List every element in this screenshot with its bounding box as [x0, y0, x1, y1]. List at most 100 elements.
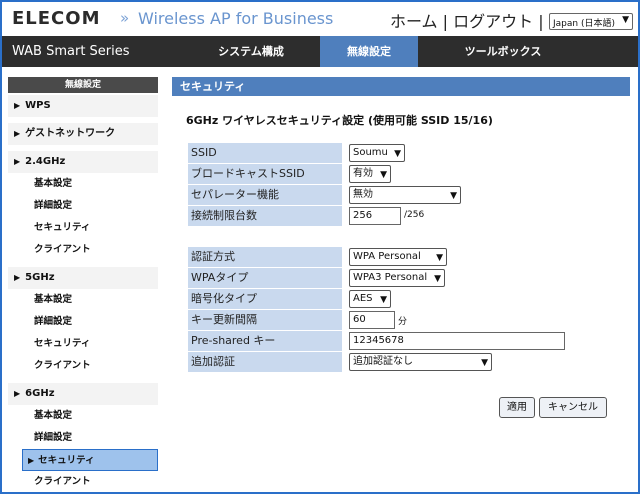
top-links: ホーム | ログアウト |	[390, 8, 544, 32]
encryption-label: 暗号化タイプ	[188, 289, 342, 309]
key-interval-input[interactable]: 60	[349, 311, 395, 329]
triangle-right-icon: ▶	[14, 101, 21, 110]
ssid-label: SSID	[188, 143, 342, 163]
triangle-right-icon: ▶	[14, 129, 21, 138]
wpa-type-value: WPA3 Personal	[353, 272, 428, 283]
broadcast-label: ブロードキャストSSID	[188, 164, 342, 184]
max-clients-row: 接続制限台数 256 /256	[188, 206, 608, 226]
chevron-down-icon: ▼	[380, 295, 387, 305]
sidebar-item-wps[interactable]: ▶ WPS	[8, 95, 158, 117]
triangle-right-icon: ▶	[28, 456, 35, 465]
separator-label: セパレーター機能	[188, 185, 342, 205]
extra-auth-select[interactable]: 追加認証なし ▼	[349, 353, 492, 371]
series-title: WAB Smart Series	[12, 44, 130, 59]
wpa-type-select[interactable]: WPA3 Personal ▼	[349, 269, 445, 287]
separator-select[interactable]: 無効 ▼	[349, 186, 461, 204]
divider: |	[442, 12, 449, 31]
extra-auth-row: 追加認証 追加認証なし ▼	[188, 352, 608, 372]
key-interval-suffix: 分	[398, 317, 408, 327]
logo: ELECOM	[12, 8, 101, 29]
auth-row: 認証方式 WPA Personal ▼	[188, 247, 608, 267]
broadcast-select[interactable]: 有効 ▼	[349, 165, 391, 183]
max-clients-label: 接続制限台数	[188, 206, 342, 226]
psk-label: Pre-shared キー	[188, 331, 342, 351]
extra-auth-label: 追加認証	[188, 352, 342, 372]
key-interval-row: キー更新間隔 60 分	[188, 310, 608, 330]
extra-auth-value: 追加認証なし	[353, 356, 413, 367]
ssid-select[interactable]: Soumu ▼	[349, 144, 405, 162]
max-clients-input[interactable]: 256	[349, 207, 401, 225]
tab-toolbox[interactable]: ツールボックス	[418, 36, 588, 67]
divider: |	[538, 12, 544, 31]
psk-row: Pre-shared キー 12345678	[188, 331, 608, 351]
main-panel: セキュリティ 6GHz ワイヤレスセキュリティ設定 (使用可能 SSID 15/…	[172, 77, 630, 492]
sidebar-item-24-security[interactable]: セキュリティ	[8, 217, 158, 239]
sidebar-item-label: ゲストネットワーク	[25, 128, 116, 139]
ssid-row: SSID Soumu ▼	[188, 143, 608, 163]
sidebar-item-5-advanced[interactable]: 詳細設定	[8, 311, 158, 333]
triangle-right-icon: ▶	[14, 273, 21, 282]
chevron-icon: »	[120, 9, 130, 27]
sidebar-item-24-advanced[interactable]: 詳細設定	[8, 195, 158, 217]
sidebar-item-24ghz[interactable]: ▶ 2.4GHz	[8, 151, 158, 173]
sidebar-item-5-client[interactable]: クライアント	[8, 355, 158, 377]
encryption-value: AES	[353, 293, 373, 304]
logout-link[interactable]: ログアウト	[453, 8, 533, 32]
language-value: Japan (日本語)	[553, 19, 615, 29]
ssid-value: Soumu	[353, 147, 388, 158]
apply-button[interactable]: 適用	[499, 397, 535, 418]
broadcast-row: ブロードキャストSSID 有効 ▼	[188, 164, 608, 184]
sidebar-item-guest[interactable]: ▶ ゲストネットワーク	[8, 123, 158, 145]
chevron-down-icon: ▼	[450, 191, 457, 201]
sidebar-item-5ghz[interactable]: ▶ 5GHz	[8, 267, 158, 289]
key-interval-label: キー更新間隔	[188, 310, 342, 330]
sidebar: 無線設定 ▶ WPS ▶ ゲストネットワーク ▶ 2.4GHz 基本設定 詳細設定 セ…	[8, 77, 158, 492]
chevron-down-icon: ▼	[434, 274, 441, 284]
sidebar-item-label: 5GHz	[25, 272, 55, 283]
chevron-down-icon: ▼	[380, 170, 387, 180]
sidebar-item-6-security[interactable]: ▶ セキュリティ	[22, 449, 158, 471]
chevron-down-icon: ▼	[622, 15, 629, 25]
chevron-down-icon: ▼	[481, 358, 488, 368]
tab-system[interactable]: システム構成	[182, 36, 320, 67]
sidebar-item-label: セキュリティ	[38, 455, 95, 466]
broadcast-value: 有効	[353, 168, 373, 179]
cancel-button[interactable]: キャンセル	[539, 397, 607, 418]
sidebar-item-label: WPS	[25, 100, 51, 111]
sidebar-item-6ghz[interactable]: ▶ 6GHz	[8, 383, 158, 405]
encryption-row: 暗号化タイプ AES ▼	[188, 289, 608, 309]
sidebar-item-24-client[interactable]: クライアント	[8, 239, 158, 261]
language-select[interactable]: Japan (日本語) ▼	[549, 13, 633, 30]
sidebar-item-24-basic[interactable]: 基本設定	[8, 173, 158, 195]
auth-value: WPA Personal	[353, 251, 421, 262]
sidebar-item-6-basic[interactable]: 基本設定	[8, 405, 158, 427]
sidebar-item-5-basic[interactable]: 基本設定	[8, 289, 158, 311]
home-link[interactable]: ホーム	[390, 8, 438, 32]
triangle-right-icon: ▶	[14, 389, 21, 398]
top-bar: ELECOM » Wireless AP for Business ホーム | …	[2, 2, 638, 36]
tab-wireless[interactable]: 無線設定	[320, 36, 418, 67]
separator-value: 無効	[353, 189, 373, 200]
separator-row: セパレーター機能 無効 ▼	[188, 185, 608, 205]
max-clients-suffix: /256	[404, 210, 425, 220]
auth-label: 認証方式	[188, 247, 342, 267]
sidebar-item-6-client[interactable]: クライアント	[8, 471, 158, 492]
section-title: 6GHz ワイヤレスセキュリティ設定 (使用可能 SSID 15/16)	[186, 114, 493, 127]
wpa-type-row: WPAタイプ WPA3 Personal ▼	[188, 268, 608, 288]
sidebar-item-label: 2.4GHz	[25, 156, 66, 167]
sidebar-heading: 無線設定	[8, 77, 158, 93]
triangle-right-icon: ▶	[14, 157, 21, 166]
nav-bar: WAB Smart Series システム構成 無線設定 ツールボックス	[2, 36, 638, 67]
chevron-down-icon: ▼	[436, 253, 443, 263]
encryption-select[interactable]: AES ▼	[349, 290, 391, 308]
page-title: セキュリティ	[172, 77, 630, 96]
sidebar-item-label: 6GHz	[25, 388, 55, 399]
product-name: Wireless AP for Business	[138, 9, 334, 28]
wpa-type-label: WPAタイプ	[188, 268, 342, 288]
psk-input[interactable]: 12345678	[349, 332, 565, 350]
chevron-down-icon: ▼	[394, 149, 401, 159]
sidebar-item-6-advanced[interactable]: 詳細設定	[8, 427, 158, 449]
sidebar-item-5-security[interactable]: セキュリティ	[8, 333, 158, 355]
auth-select[interactable]: WPA Personal ▼	[349, 248, 447, 266]
app-window: ELECOM » Wireless AP for Business ホーム | …	[0, 0, 640, 494]
